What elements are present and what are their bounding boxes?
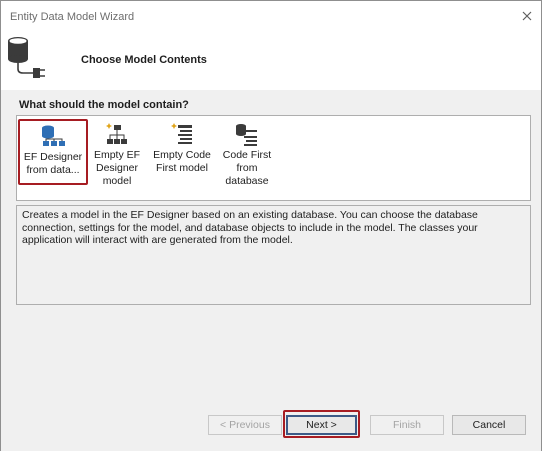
choice-label-line: EF Designer	[23, 151, 83, 163]
content-panel: What should the model contain? EF Design…	[1, 90, 541, 451]
ef-designer-database-icon	[42, 125, 65, 146]
choice-label-line: model	[102, 175, 132, 187]
wizard-header: Choose Model Contents	[1, 31, 541, 89]
choice-label-line: from	[236, 162, 258, 174]
choice-empty-ef-designer-model[interactable]: Empty EF Designer model	[82, 119, 152, 187]
model-choices-list: EF Designer from data... Empty EF Design…	[16, 115, 531, 201]
window-title: Entity Data Model Wizard	[10, 11, 135, 23]
cancel-button[interactable]: Cancel	[452, 415, 526, 435]
choice-label-line: from data...	[26, 164, 80, 176]
choice-label-line: database	[225, 175, 269, 187]
model-contents-question: What should the model contain?	[19, 99, 189, 111]
next-button[interactable]: Next >	[286, 415, 357, 435]
close-icon[interactable]	[519, 8, 535, 24]
choice-code-first-from-database[interactable]: Code First from database	[212, 119, 282, 187]
finish-button[interactable]: Finish	[370, 415, 444, 435]
code-first-database-icon	[236, 124, 257, 146]
title-bar: Entity Data Model Wizard	[1, 1, 541, 31]
previous-button[interactable]: < Previous	[208, 415, 282, 435]
empty-designer-icon	[106, 123, 127, 144]
choice-label-line: Empty EF	[93, 149, 141, 161]
choice-label-line: Code First	[222, 149, 272, 161]
wizard-window: Entity Data Model Wizard Choose Model Co…	[0, 0, 542, 451]
choice-description: Creates a model in the EF Designer based…	[16, 205, 531, 305]
choice-label-line: Designer	[95, 162, 139, 174]
choice-label-line: First model	[156, 162, 208, 174]
choice-label-line: Empty Code	[153, 149, 211, 161]
empty-code-first-icon	[171, 123, 192, 144]
choice-ef-designer-from-database[interactable]: EF Designer from data...	[18, 119, 88, 185]
database-plug-icon	[8, 37, 45, 78]
choice-empty-code-first-model[interactable]: Empty Code First model	[147, 119, 217, 185]
page-title: Choose Model Contents	[81, 54, 207, 66]
